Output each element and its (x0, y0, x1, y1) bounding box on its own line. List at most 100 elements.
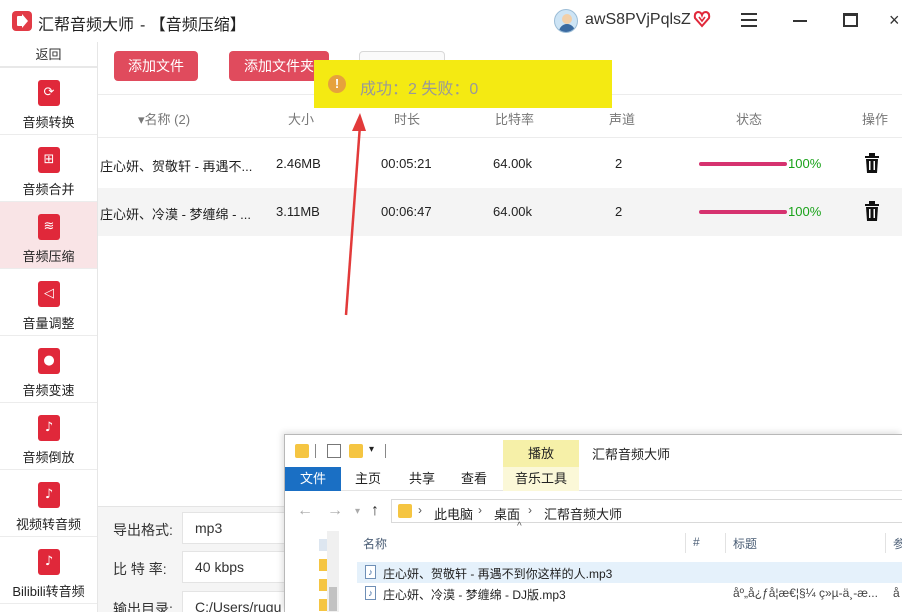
col-extra-header[interactable]: 参 (893, 535, 902, 552)
minimize-icon[interactable] (793, 20, 807, 22)
trash-icon[interactable] (864, 153, 880, 173)
new-folder-icon[interactable] (349, 444, 363, 458)
explorer-file-title: åº„å¿ƒå¦æ€¦§¼ ç»µ-ä¸-æ... (733, 586, 878, 600)
ribbon-tab-view[interactable]: 查看 (455, 467, 493, 491)
app-logo-icon (12, 11, 32, 31)
ribbon-tab-music-tools[interactable]: 音乐工具 (503, 467, 579, 491)
col-name[interactable]: ▾名称 (2) (138, 109, 190, 128)
volume-icon: ◁ (38, 281, 60, 307)
explorer-file-extra: å (893, 586, 900, 600)
explorer-titlebar: ▾ 播放 汇帮音频大师 (285, 435, 902, 468)
sidebar-item-label: 音频合并 (22, 182, 75, 197)
trash-icon[interactable] (864, 201, 880, 221)
folder-icon (295, 444, 309, 458)
forward-arrow-icon[interactable]: → (327, 502, 343, 520)
col-channels: 声道 (609, 112, 636, 127)
format-label: 导出格式: (113, 522, 173, 538)
file-channels: 2 (615, 204, 623, 219)
file-duration: 00:06:47 (381, 204, 432, 219)
bitrate-select[interactable]: 40 kbps (182, 551, 292, 583)
user-avatar[interactable] (554, 9, 578, 33)
menu-icon[interactable] (741, 13, 757, 27)
music-note-icon: ♪ (38, 415, 60, 441)
file-size: 2.46MB (276, 156, 321, 171)
back-button[interactable]: 返回 (0, 42, 97, 68)
ribbon-tab-home[interactable]: 主页 (349, 467, 387, 491)
back-arrow-icon[interactable]: ← (297, 502, 313, 520)
breadcrumb-this-pc[interactable]: 此电脑 (434, 504, 473, 523)
col-duration: 时长 (394, 112, 421, 127)
progress-bar (699, 210, 787, 214)
audio-convert-icon: ⟳ (38, 80, 60, 106)
title-bar: 汇帮音频大师 - 【音频压缩】 awS8PVjPqlsZ × (0, 0, 902, 42)
vip-heart-icon[interactable] (693, 10, 711, 28)
file-size: 3.11MB (276, 204, 320, 219)
ribbon-tab-share[interactable]: 共享 (403, 467, 441, 491)
sidebar-item-7[interactable]: ♪ Bilibili转音频 (0, 537, 97, 604)
sidebar-item-2[interactable]: ≋ 音频压缩 (0, 202, 97, 269)
sidebar-item-label: 音量调整 (22, 316, 75, 331)
address-row: ← → ▾ ↑ › 此电脑 › 桌面 › 汇帮音频大师 (285, 497, 902, 525)
progress-fill (699, 210, 787, 214)
file-channels: 2 (615, 156, 623, 171)
page-tag: - 【音频压缩】 (140, 17, 246, 34)
recent-dropdown-icon[interactable]: ▾ (355, 506, 360, 517)
music-file-icon: ♪ (365, 586, 376, 600)
sidebar-item-label: 音频变速 (22, 383, 75, 398)
maximize-icon[interactable] (843, 13, 858, 27)
username[interactable]: awS8PVjPqlsZ (585, 11, 691, 29)
format-select[interactable]: mp3 (182, 512, 292, 544)
dropdown-arrow-icon[interactable]: ▾ (369, 444, 383, 458)
context-tab-play[interactable]: 播放 (503, 440, 579, 468)
address-folder-icon (398, 504, 412, 518)
add-file-button[interactable]: 添加文件 (114, 51, 198, 81)
ribbon-tab-file[interactable]: 文件 (285, 467, 341, 491)
audio-merge-icon: ⊞ (38, 147, 60, 173)
file-name: 庄心妍、贺敬轩 - 再遇不... (100, 159, 253, 174)
address-bar[interactable]: › 此电脑 › 桌面 › 汇帮音频大师 (391, 499, 902, 523)
sidebar-item-6[interactable]: ♪ 视频转音频 (0, 470, 97, 537)
file-bitrate: 64.00k (493, 204, 533, 219)
up-arrow-icon[interactable]: ↑ (371, 502, 379, 520)
file-bitrate: 64.00k (493, 156, 533, 171)
app-title: 汇帮音频大师 (38, 17, 135, 34)
table-row[interactable]: 庄心妍、贺敬轩 - 再遇不... 2.46MB 00:05:21 64.00k 2 100… (98, 140, 902, 188)
explorer-file-name: 庄心妍、贺敬轩 - 再遇不到你这样的人.mp3 (383, 567, 613, 581)
annotation-arrow (344, 113, 366, 316)
info-icon: ! (328, 75, 346, 93)
breadcrumb-folder[interactable]: 汇帮音频大师 (544, 504, 622, 523)
sidebar-item-label: 音频倒放 (22, 450, 75, 465)
properties-icon[interactable] (327, 444, 341, 458)
sidebar-item-label: 音频压缩 (22, 249, 75, 264)
sidebar-item-1[interactable]: ⊞ 音频合并 (0, 135, 97, 202)
progress-percent: 100% (788, 204, 822, 219)
sidebar-item-label: 音频转换 (22, 115, 75, 130)
music-file-icon: ♪ (365, 565, 376, 579)
explorer-file-row[interactable]: ♪ 庄心妍、冷漠 - 梦缠绵 - DJ版.mp3 åº„å¿ƒå¦æ€¦§¼ ç»µ… (357, 583, 902, 604)
sidebar-item-3[interactable]: ◁ 音量调整 (0, 269, 97, 336)
file-duration: 00:05:21 (381, 156, 432, 171)
result-toast: ! 成功：2 失败：0 (314, 60, 612, 108)
progress-bar (699, 162, 787, 166)
sidebar-item-0[interactable]: ⟳ 音频转换 (0, 68, 97, 135)
ribbon-tabs: 文件 主页 共享 查看 音乐工具 (285, 467, 902, 491)
table-row[interactable]: 庄心妍、冷漠 - 梦缠绵 - ... 3.11MB 00:06:47 64.00k 2 1… (98, 188, 902, 236)
bitrate-label: 比 特 率: (113, 561, 167, 577)
col-bitrate: 比特率 (495, 112, 535, 127)
explorer-file-row[interactable]: ♪ 庄心妍、贺敬轩 - 再遇不到你这样的人.mp3 (357, 562, 902, 583)
close-icon[interactable]: × (889, 10, 900, 31)
file-name: 庄心妍、冷漠 - 梦缠绵 - ... (100, 207, 251, 222)
nav-scrollbar[interactable] (327, 531, 339, 612)
toast-message: 成功：2 失败：0 (360, 81, 479, 98)
col-status: 状态 (736, 112, 763, 127)
col-action: 操作 (862, 112, 889, 127)
col-name-header[interactable]: 名称 (363, 535, 387, 552)
file-explorer-window: ▾ 播放 汇帮音频大师 文件 主页 共享 查看 音乐工具 ← → ▾ ↑ › 此… (284, 434, 902, 612)
output-dir-input[interactable]: C:/Users/rugu (182, 591, 292, 612)
col-title-header[interactable]: 标题 (733, 535, 757, 552)
sidebar-item-label: 视频转音频 (15, 517, 81, 532)
sidebar-item-4[interactable]: ● 音频变速 (0, 336, 97, 403)
sidebar-item-5[interactable]: ♪ 音频倒放 (0, 403, 97, 470)
col-size: 大小 (288, 112, 315, 127)
col-number-header[interactable]: # (693, 535, 700, 549)
